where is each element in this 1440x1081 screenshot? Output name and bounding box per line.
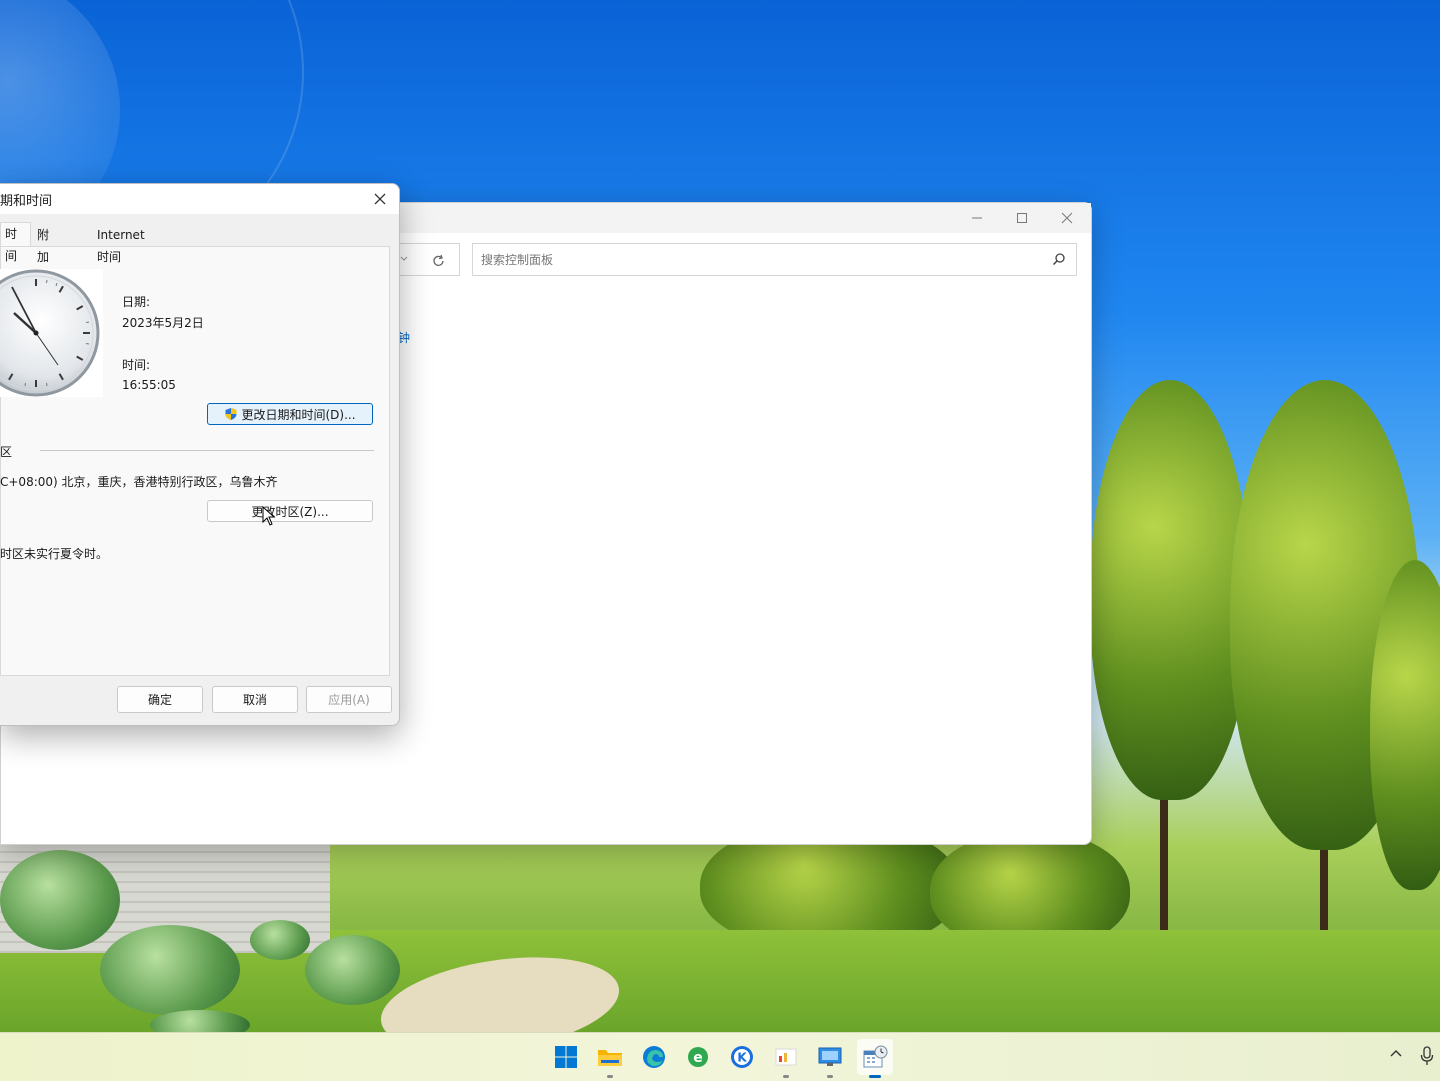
folder-icon (598, 1050, 622, 1066)
dst-note: 时区未实行夏令时。 (0, 547, 109, 561)
taskbar-date-time[interactable] (857, 1039, 893, 1078)
search-box[interactable] (472, 243, 1077, 276)
bush (150, 1010, 250, 1032)
tab-internet-time[interactable]: Internet 时间 (93, 224, 149, 264)
k-music-icon: K (731, 1046, 753, 1068)
cancel-button[interactable]: 取消 (212, 686, 298, 713)
dialog-titlebar: 期和时间 (0, 184, 399, 214)
monitor-icon (818, 1047, 842, 1066)
svg-text:K: K (737, 1051, 747, 1065)
dialog-title: 期和时间 (0, 194, 53, 209)
chevron-up-icon[interactable] (1389, 1047, 1403, 1059)
taskbar-browser[interactable]: e (680, 1039, 716, 1075)
minimize-icon (972, 217, 982, 219)
running-indicator (827, 1075, 833, 1078)
svg-text:e: e (693, 1050, 703, 1066)
time-label: 时间: (122, 358, 151, 372)
date-label: 日期: (122, 295, 151, 309)
date-time-settings-icon (863, 1045, 888, 1068)
date-time-dialog: 期和时间 时间 附加时钟 Internet 时间 (0, 183, 400, 726)
section-divider (40, 450, 374, 451)
change-timezone-button[interactable]: 更改时区(Z)... (207, 500, 373, 522)
analog-clock-panel (0, 269, 103, 397)
maximize-icon (1017, 213, 1027, 223)
close-icon (374, 193, 386, 205)
bush (305, 935, 400, 1005)
ok-button[interactable]: 确定 (117, 686, 203, 713)
tree (1090, 380, 1250, 800)
address-bar-end (399, 243, 460, 276)
microphone-icon[interactable] (1420, 1046, 1434, 1066)
taskbar-presentation[interactable] (768, 1039, 804, 1078)
bush (250, 920, 310, 960)
change-datetime-button[interactable]: 更改日期和时间(D)... (207, 403, 373, 425)
windows-logo-icon (555, 1046, 577, 1068)
time-value: 16:55:05 (122, 378, 176, 392)
running-indicator (783, 1075, 789, 1078)
start-button[interactable] (548, 1039, 584, 1075)
search-input[interactable] (473, 244, 1049, 275)
taskbar-remote-desktop[interactable] (812, 1039, 848, 1078)
taskbar-file-explorer[interactable] (592, 1039, 628, 1078)
bush (0, 850, 120, 950)
change-datetime-label: 更改日期和时间(D)... (241, 407, 356, 422)
green-e-browser-icon: e (688, 1047, 708, 1067)
tab-datetime[interactable]: 时间 (0, 222, 31, 263)
apply-button[interactable]: 应用(A) (306, 686, 392, 713)
search-icon[interactable] (1052, 252, 1066, 266)
analog-clock-icon (0, 269, 100, 397)
mouse-cursor-icon (262, 506, 276, 526)
chevron-down-icon[interactable] (399, 254, 409, 264)
edge-browser-icon (643, 1046, 665, 1068)
presentation-icon (775, 1048, 797, 1066)
bush (100, 925, 240, 1015)
running-indicator (607, 1075, 613, 1078)
uac-shield-icon (225, 408, 237, 420)
timezone-value: C+08:00) 北京，重庆，香港特别行政区，乌鲁木齐 (0, 475, 278, 489)
dialog-close-button[interactable] (367, 187, 393, 211)
active-indicator (869, 1075, 881, 1078)
timezone-section-label: 区 (0, 445, 13, 459)
close-button[interactable] (1044, 203, 1090, 233)
close-icon (1061, 212, 1073, 224)
tab-additional-clocks[interactable]: 附加时钟 (33, 224, 53, 308)
date-value: 2023年5月2日 (122, 316, 204, 330)
taskbar-edge[interactable] (636, 1039, 672, 1075)
taskbar: e K (0, 1032, 1440, 1081)
maximize-button[interactable] (999, 203, 1045, 233)
refresh-icon[interactable] (432, 254, 446, 268)
taskbar-kuwo[interactable]: K (724, 1039, 760, 1075)
minimize-button[interactable] (954, 203, 1000, 233)
